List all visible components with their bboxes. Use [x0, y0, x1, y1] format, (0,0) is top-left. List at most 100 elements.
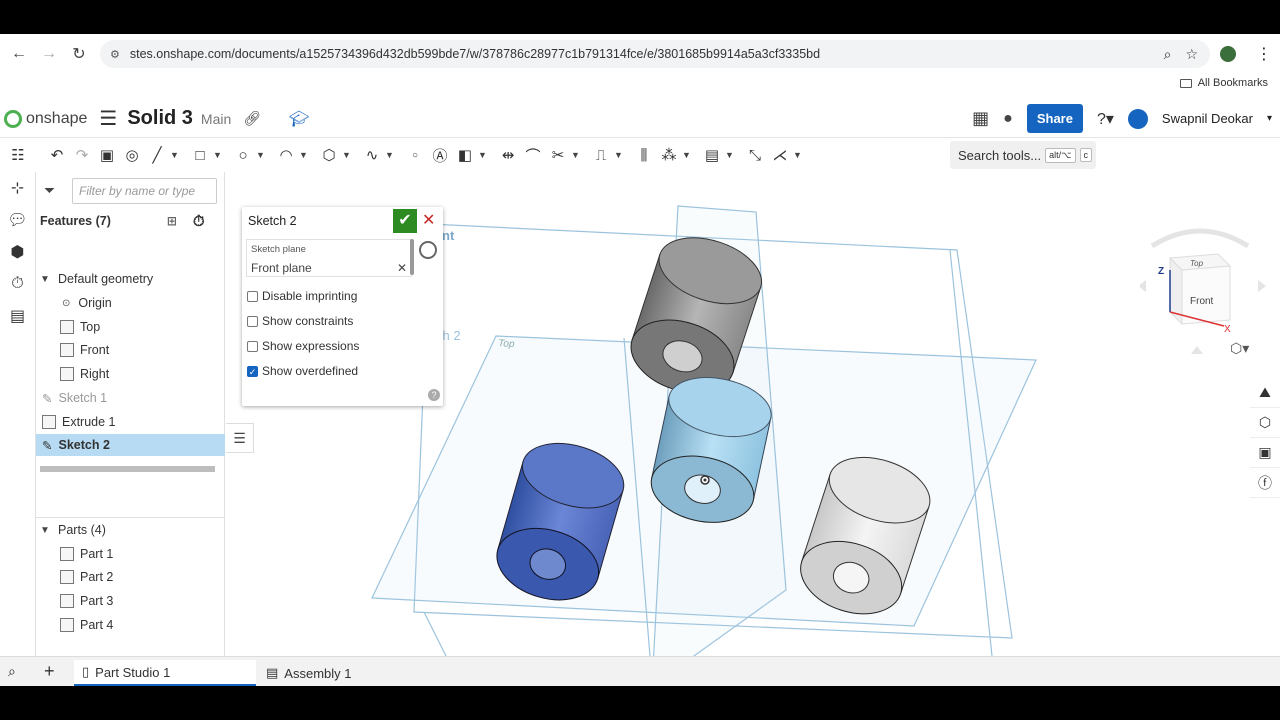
checkbox-box[interactable] [247, 315, 258, 327]
construction-icon[interactable]: ◧ [453, 143, 477, 167]
circle-icon[interactable]: ○ [231, 143, 255, 167]
show-constraints-checkbox[interactable]: Show constraints [247, 313, 353, 329]
view-cube-arrow-left[interactable] [1138, 280, 1146, 292]
configurations-icon[interactable]: ▣ [1250, 438, 1280, 468]
pattern-chevron-icon[interactable]: ▼ [682, 150, 696, 160]
arc-icon[interactable]: ◠ [274, 143, 298, 167]
tab-assembly[interactable]: ▤ Assembly 1 [258, 660, 440, 686]
trim-chevron-icon[interactable]: ▼ [571, 150, 585, 160]
parts-icon[interactable]: ⬢ [0, 236, 35, 268]
notifications-icon[interactable]: ● [1003, 110, 1013, 128]
point-icon[interactable]: ○ [403, 143, 427, 167]
offset-chevron-icon[interactable]: ▼ [614, 150, 628, 160]
tree-item-front[interactable]: Front [36, 339, 225, 361]
rollback-bar[interactable] [40, 466, 215, 472]
part-item[interactable]: Part 1 [36, 543, 225, 565]
pattern-icon[interactable]: ⁂ [657, 143, 681, 167]
cancel-close-icon[interactable]: ✕ [422, 210, 435, 230]
filter-icon[interactable]: ⏷ [44, 182, 55, 199]
sketch-list-tab-icon[interactable]: ☰ [226, 423, 254, 453]
view-cube-arrow-right[interactable] [1258, 280, 1266, 292]
part-item[interactable]: Part 4 [36, 614, 225, 636]
add-feature-icon[interactable]: ⊹ [0, 172, 35, 204]
sketch-dialog-title[interactable]: Sketch 2 [248, 214, 297, 228]
construction-chevron-icon[interactable]: ▼ [478, 150, 492, 160]
mirror-icon[interactable]: ⫼ [632, 143, 656, 167]
polygon-icon[interactable]: ⬡ [317, 143, 341, 167]
fillet-icon[interactable]: ⌒ [521, 143, 545, 167]
line-chevron-icon[interactable]: ▼ [170, 150, 184, 160]
bookmark-star-icon[interactable]: ☆ [1185, 46, 1198, 63]
rectangle-chevron-icon[interactable]: ▼ [213, 150, 227, 160]
spline-icon[interactable]: ∿ [360, 143, 384, 167]
help-icon[interactable]: ? [428, 389, 440, 401]
user-name[interactable]: Swapnil Deokar [1162, 111, 1253, 126]
sketch-mode-icon[interactable]: ◎ [120, 143, 144, 167]
dxf-import-icon[interactable]: ▤ [700, 143, 724, 167]
checkbox-box[interactable] [247, 290, 258, 302]
learning-cap-icon[interactable]: 🎓︎ [289, 109, 309, 129]
onshape-logo[interactable]: onshape [4, 109, 87, 128]
tree-item-sketch-2[interactable]: ✎ Sketch 2 [36, 434, 225, 456]
view-cube-menu-icon[interactable]: ⬡▾ [1230, 340, 1249, 357]
appearance-icon[interactable]: ⛰ [1250, 378, 1280, 408]
spline-chevron-icon[interactable]: ▼ [385, 150, 399, 160]
add-folder-icon[interactable]: ⊞ [167, 214, 177, 228]
tree-item-top[interactable]: Top [36, 316, 225, 338]
copy-icon[interactable]: ▣ [95, 143, 119, 167]
site-settings-icon[interactable]: ⚙ [110, 48, 120, 61]
text-icon[interactable]: Ⓐ [428, 143, 452, 167]
rectangle-icon[interactable]: □ [188, 143, 212, 167]
chevron-down-icon[interactable]: ▼ [40, 274, 52, 285]
disable-imprinting-checkbox[interactable]: Disable imprinting [247, 288, 357, 304]
arc-chevron-icon[interactable]: ▼ [299, 150, 313, 160]
transform-icon[interactable]: ⤡ [743, 143, 767, 167]
redo-icon[interactable]: ↷ [70, 143, 94, 167]
reload-icon[interactable]: ↻ [64, 44, 94, 64]
dimension-icon[interactable]: ⇹ [496, 143, 520, 167]
app-store-icon[interactable]: ▦ [972, 108, 989, 129]
show-expressions-checkbox[interactable]: Show expressions [247, 338, 359, 354]
rollback-timer-icon[interactable]: ⏱ [193, 213, 205, 230]
part-item[interactable]: Part 2 [36, 566, 225, 588]
feature-list-icon[interactable]: ☷ [6, 143, 30, 167]
profile-icon[interactable] [1220, 46, 1236, 62]
custom-features-icon[interactable]: ⓕ [1250, 468, 1280, 498]
tree-item-extrude-1[interactable]: Extrude 1 [36, 411, 225, 433]
dialog-scrollbar[interactable] [410, 239, 414, 275]
line-icon[interactable]: ╱ [145, 143, 169, 167]
search-tools-input[interactable]: Search tools... alt/⌥ c [950, 141, 1096, 169]
show-overdefined-checkbox[interactable]: ✓ Show overdefined [247, 363, 358, 379]
checkbox-box-checked[interactable]: ✓ [247, 365, 258, 377]
help-icon[interactable]: ?▾ [1097, 109, 1114, 129]
avatar[interactable] [1127, 108, 1148, 129]
default-geometry-folder[interactable]: ▼ Default geometry [36, 268, 225, 290]
view-cube-rotate-arc[interactable] [1150, 228, 1250, 249]
tree-item-origin[interactable]: ⊙ Origin [36, 292, 225, 314]
browser-menu-icon[interactable]: ⋮ [1256, 44, 1272, 64]
user-menu-chevron-icon[interactable]: ▾ [1267, 113, 1272, 124]
clear-selection-icon[interactable]: ✕ [397, 261, 407, 275]
search-tabs-icon[interactable]: ⌕ [8, 663, 16, 680]
address-bar[interactable]: ⚙ stes.onshape.com/documents/a1525734396… [100, 40, 1210, 68]
polygon-chevron-icon[interactable]: ▼ [342, 150, 356, 160]
sketch-plane-value[interactable]: Front plane [251, 261, 312, 275]
circle-chevron-icon[interactable]: ▼ [256, 150, 270, 160]
sketch-plane-field[interactable]: Sketch plane Front plane ✕ [246, 239, 412, 277]
zoom-icon[interactable]: ⌕ [1164, 46, 1172, 63]
parts-folder[interactable]: ▼ Parts (4) [36, 519, 225, 541]
offset-icon[interactable]: ⎍ [589, 143, 613, 167]
undo-icon[interactable]: ↶ [45, 143, 69, 167]
variables-icon[interactable]: ▤ [0, 300, 35, 332]
share-button[interactable]: Share [1026, 104, 1083, 133]
mass-properties-icon[interactable]: ⬡ [1250, 408, 1280, 438]
view-cube-side-face[interactable] [1181, 265, 1231, 325]
filter-input[interactable]: Filter by name or type [72, 178, 217, 204]
checkbox-box[interactable] [247, 340, 258, 352]
constraint-icon[interactable]: ⋌ [768, 143, 792, 167]
tree-item-right[interactable]: Right [36, 363, 225, 385]
view-cube-graphic[interactable]: Top Front Z X [1138, 220, 1270, 360]
comments-icon[interactable]: 💬︎ [0, 204, 35, 236]
trim-icon[interactable]: ✂ [546, 143, 570, 167]
all-bookmarks-button[interactable]: All Bookmarks [1179, 77, 1268, 89]
